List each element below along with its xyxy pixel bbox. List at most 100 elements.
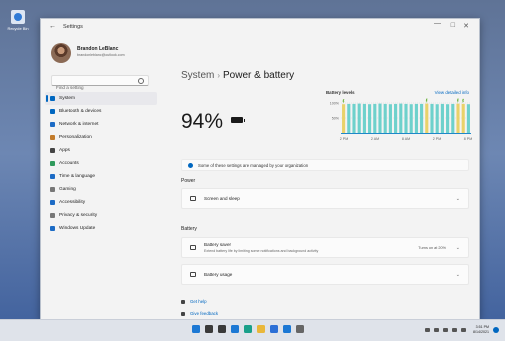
file-explorer-icon[interactable]: [257, 325, 265, 333]
sidebar-item-accounts[interactable]: Accounts: [45, 157, 157, 170]
sidebar-item-personalization[interactable]: Personalization: [45, 131, 157, 144]
breadcrumb-parent[interactable]: System: [181, 70, 214, 81]
chart-bar[interactable]: [373, 103, 377, 133]
battery-levels-chart: 100% 50% 2 PM 2 AM 8 AM 2 PM 8 PM: [321, 97, 473, 143]
give-feedback-label: Give feedback: [190, 311, 219, 316]
sidebar-item-label: Gaming: [59, 187, 76, 192]
back-button[interactable]: ←: [49, 23, 56, 30]
chart-bar-charging[interactable]: [461, 103, 465, 133]
chart-bar-charging[interactable]: [342, 104, 346, 133]
help-icon: [181, 299, 185, 304]
x-tick-label: 8 PM: [464, 137, 472, 141]
chart-bar[interactable]: [378, 103, 382, 133]
start-icon[interactable]: [192, 325, 200, 333]
chart-bar[interactable]: [420, 103, 424, 133]
sidebar-item-network-internet[interactable]: Network & internet: [45, 118, 157, 131]
widgets-icon[interactable]: [231, 325, 239, 333]
chart-bar[interactable]: [440, 103, 444, 133]
person-icon: [50, 161, 55, 166]
volume-icon[interactable]: [452, 328, 457, 332]
search-icon[interactable]: [138, 78, 144, 84]
battery-tray-icon[interactable]: [461, 328, 466, 332]
give-feedback-link[interactable]: Give feedback: [181, 311, 218, 316]
search-icon[interactable]: [205, 325, 213, 333]
chart-bar[interactable]: [352, 103, 356, 133]
sidebar-item-label: Accounts: [59, 161, 79, 166]
window-title: Settings: [63, 24, 83, 30]
sidebar-item-windows-update[interactable]: Windows Update: [45, 222, 157, 235]
x-tick-label: 2 PM: [433, 137, 441, 141]
task-view-icon[interactable]: [218, 325, 226, 333]
minimize-button[interactable]: —: [434, 20, 441, 27]
y-tick-label: 100%: [330, 102, 340, 106]
sidebar-item-privacy-security[interactable]: Privacy & security: [45, 209, 157, 222]
sidebar-item-gaming[interactable]: Gaming: [45, 183, 157, 196]
chart-bar-charging[interactable]: [456, 103, 460, 133]
sidebar-item-label: Personalization: [59, 135, 92, 140]
charging-bolt-icon: [425, 98, 428, 103]
managed-notice: Some of these settings are managed by yo…: [181, 159, 469, 171]
screen-and-sleep-card[interactable]: Screen and sleep ⌄: [181, 188, 469, 209]
feedback-icon: [181, 311, 185, 316]
keyboard-icon[interactable]: [434, 328, 439, 332]
sidebar-item-time-language[interactable]: Time & language: [45, 170, 157, 183]
clock[interactable]: 3:51 PM 8/14/2021: [473, 325, 489, 335]
get-help-link[interactable]: Get help: [181, 299, 207, 304]
x-tick-label: 2 AM: [371, 137, 379, 141]
chart-bar[interactable]: [414, 103, 418, 133]
chart-bar[interactable]: [446, 104, 450, 133]
recycle-bin-icon: [11, 10, 25, 24]
sidebar-item-label: Accessibility: [59, 200, 86, 205]
sidebar-item-system[interactable]: System: [45, 92, 157, 105]
search-input[interactable]: [52, 83, 136, 92]
bluetooth-icon: [50, 109, 55, 114]
charging-bolt-icon: [457, 98, 459, 103]
chart-bar[interactable]: [451, 103, 455, 133]
chart-bar[interactable]: [368, 104, 372, 133]
chevron-up-icon[interactable]: [425, 328, 430, 332]
battery-saver-value: Turns on at 20%: [418, 246, 446, 250]
monitor-icon: [50, 96, 55, 101]
edge-icon[interactable]: [244, 325, 252, 333]
shield-icon: [50, 213, 55, 218]
user-profile[interactable]: Brandon LeBlanc brandonleblanc@outlook.c…: [51, 43, 161, 65]
chart-bar[interactable]: [357, 103, 361, 133]
view-detailed-info-link[interactable]: View detailed info: [435, 90, 469, 95]
search-box: [51, 75, 149, 92]
chart-bar[interactable]: [399, 103, 403, 133]
taskbar-icons: [192, 325, 304, 333]
chart-bar[interactable]: [394, 103, 398, 133]
settings-icon[interactable]: [296, 325, 304, 333]
close-button[interactable]: ✕: [463, 22, 469, 30]
battery-saver-description: Extend battery life by limiting some not…: [204, 249, 319, 253]
store-icon[interactable]: [270, 325, 278, 333]
chart-bar[interactable]: [404, 103, 408, 133]
chart-bar[interactable]: [347, 103, 351, 133]
mail-icon[interactable]: [283, 325, 291, 333]
chart-bar[interactable]: [435, 104, 439, 133]
breadcrumb-separator: ›: [217, 71, 221, 80]
chevron-down-icon: ⌄: [455, 245, 460, 251]
sidebar-item-accessibility[interactable]: Accessibility: [45, 196, 157, 209]
maximize-button[interactable]: □: [451, 22, 455, 29]
chart-bar-charging[interactable]: [425, 103, 429, 133]
chart-bar[interactable]: [383, 103, 387, 133]
chart-bar[interactable]: [430, 103, 434, 133]
battery-usage-label: Battery usage: [204, 272, 233, 277]
battery-usage-card[interactable]: Battery usage ⌄: [181, 264, 469, 285]
recycle-bin-desktop-icon[interactable]: Recycle Bin: [6, 10, 30, 31]
sidebar-item-bluetooth-devices[interactable]: Bluetooth & devices: [45, 105, 157, 118]
page-title: Power & battery: [223, 70, 295, 81]
chart-bar[interactable]: [409, 104, 413, 133]
notification-icon[interactable]: [493, 327, 499, 333]
sidebar-item-label: Network & internet: [59, 122, 99, 127]
chart-bar[interactable]: [466, 104, 470, 133]
battery-saver-card[interactable]: Battery saver Extend battery life by lim…: [181, 237, 469, 258]
wifi-icon[interactable]: [443, 328, 448, 332]
desktop-icon-label: Recycle Bin: [7, 26, 29, 31]
sidebar-item-apps[interactable]: Apps: [45, 144, 157, 157]
chart-bar[interactable]: [388, 104, 392, 133]
avatar: [51, 43, 71, 63]
battery-saver-icon: [190, 245, 196, 250]
chart-bar[interactable]: [362, 103, 366, 133]
